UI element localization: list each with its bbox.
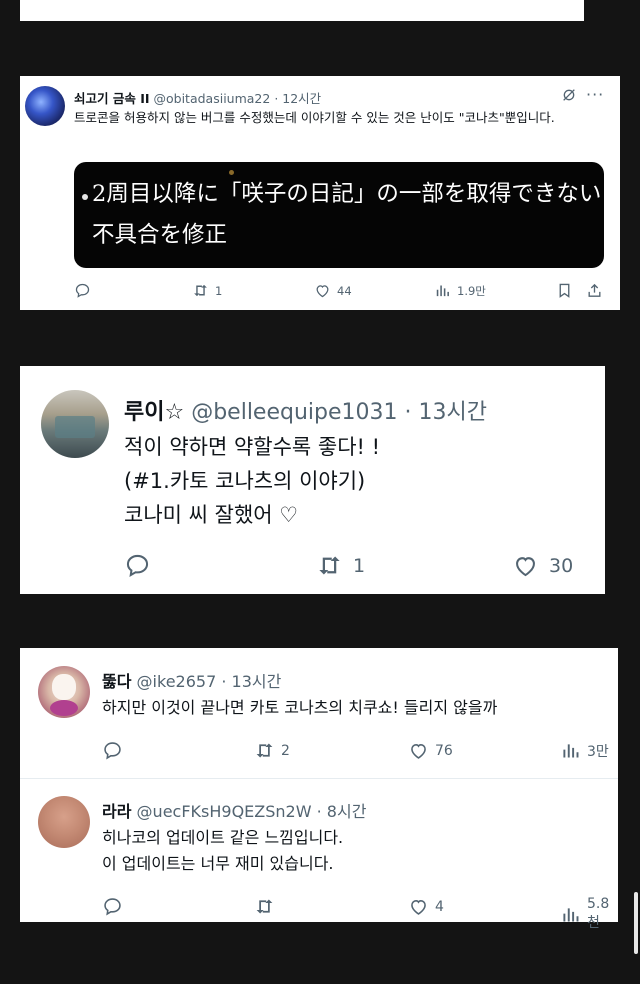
tweet-text: 히나코의 업데이트 같은 느낌입니다. 이 업데이트는 너무 재미 있습니다. — [102, 825, 612, 877]
like-count: 30 — [549, 554, 574, 577]
tweet-text-line: 코나미 씨 잘했어 ♡ — [124, 503, 299, 527]
like-count: 76 — [435, 742, 453, 759]
views-button[interactable]: 1.9만 — [434, 282, 486, 299]
timestamp[interactable]: · 12시간 — [274, 91, 321, 106]
repost-count: 1 — [215, 283, 223, 298]
share-button[interactable] — [586, 282, 603, 299]
like-icon — [314, 282, 331, 299]
tweet-text: 하지만 이것이 끝나면 카토 코나츠의 치쿠쇼! 들리지 않을까 — [102, 698, 498, 717]
views-count: 5.8천 — [587, 896, 610, 931]
like-icon — [512, 552, 539, 579]
tweet-actions: 1 44 1.9만 — [20, 282, 620, 302]
like-button[interactable]: 7 — [530, 0, 564, 1]
tweet-text-line: 적이 약하면 약할수록 좋다! ! — [124, 435, 381, 459]
like-button[interactable]: 30 — [512, 552, 573, 579]
tweet-media-image[interactable]: 2周目以降に「咲子の日記」の一部を取得できない不具合を修正 — [74, 162, 604, 268]
handle[interactable]: @belleequipe1031 — [191, 400, 397, 425]
like-count: 44 — [337, 283, 352, 298]
views-button[interactable]: 3만 — [560, 740, 609, 761]
tweet-header: 라라 @uecFKsH9QEZSn2W · 8시간 — [102, 798, 366, 822]
more-icon[interactable]: ··· — [586, 85, 604, 104]
reply-count: 1 — [162, 0, 172, 1]
tweet-text-line: 이 업데이트는 너무 재미 있습니다. — [102, 854, 334, 873]
like-button[interactable]: 4 — [408, 896, 444, 917]
like-icon — [408, 740, 429, 761]
reply-thread-card: 뚫다 @ike2657 · 13시간 하지만 이것이 끝나면 카토 코나츠의 치… — [20, 648, 618, 931]
like-icon — [530, 0, 548, 1]
like-count: 4 — [435, 898, 444, 915]
views-icon — [560, 740, 581, 761]
display-name[interactable]: 루이☆ — [124, 400, 184, 425]
reply-icon — [102, 896, 123, 917]
views-icon — [434, 282, 451, 299]
share-icon — [586, 282, 603, 299]
feed-screenshot: 1 7 쇠고기 금속 II @obitadasiiuma22 · 12시간 — [0, 0, 640, 984]
repost-button[interactable]: 1 — [316, 552, 365, 579]
timestamp[interactable]: · 13시간 — [405, 400, 487, 425]
reply-button[interactable]: 1 — [138, 0, 172, 1]
bookmark-icon — [556, 282, 573, 299]
repost-count: 2 — [281, 742, 290, 759]
like-count: 7 — [554, 0, 564, 1]
tweet-header: 쇠고기 금속 II @obitadasiiuma22 · 12시간 — [74, 88, 321, 107]
reply-icon — [124, 552, 151, 579]
tweet-text-line: (#1.카토 코나츠의 이야기) — [124, 469, 366, 493]
reply-button[interactable] — [102, 896, 129, 917]
repost-icon — [316, 552, 343, 579]
repost-icon — [254, 896, 275, 917]
tweet-card[interactable]: 루이☆ @belleequipe1031 · 13시간 적이 약하면 약할수록 … — [20, 366, 605, 594]
views-button[interactable]: 5.8천 — [560, 896, 618, 932]
tweet-actions: 4 5.8천 — [20, 896, 618, 931]
handle[interactable]: @uecFKsH9QEZSn2W — [137, 802, 312, 821]
media-caption: 2周目以降に「咲子の日記」の一部を取得できない不具合を修正 — [92, 181, 602, 248]
handle[interactable]: @obitadasiiuma22 — [154, 91, 271, 106]
display-name[interactable]: 라라 — [102, 802, 131, 821]
like-button[interactable]: 44 — [314, 282, 352, 299]
tweet-card-partial: 1 7 — [20, 0, 584, 21]
tweet-header: 루이☆ @belleequipe1031 · 13시간 — [124, 394, 487, 426]
display-name[interactable]: 뚫다 — [102, 672, 131, 691]
tweet-actions: 1 7 — [20, 0, 584, 10]
views-count: 1.9만 — [457, 283, 486, 298]
bookmark-button[interactable] — [556, 282, 573, 299]
repost-icon — [192, 282, 209, 299]
tweet-text: 적이 약하면 약할수록 좋다! ! (#1.카토 코나츠의 이야기) 코나미 씨… — [124, 430, 594, 532]
reply-button[interactable] — [74, 282, 97, 299]
divider — [20, 778, 618, 779]
avatar[interactable] — [38, 796, 90, 848]
avatar[interactable] — [41, 390, 109, 458]
reply-icon — [74, 282, 91, 299]
timestamp[interactable]: · 8시간 — [317, 802, 367, 821]
like-icon — [408, 896, 429, 917]
scrollbar[interactable] — [634, 892, 638, 954]
grok-icon[interactable] — [561, 87, 577, 103]
handle[interactable]: @ike2657 — [137, 672, 217, 691]
avatar[interactable] — [25, 86, 65, 126]
reply-icon — [102, 740, 123, 761]
tweet-text: 트로콘을 허용하지 않는 버그를 수정했는데 이야기할 수 있는 것은 난이도 … — [74, 110, 555, 125]
reply-icon — [138, 0, 156, 1]
like-button[interactable]: 76 — [408, 740, 453, 761]
tweet-actions: 2 76 3만 — [20, 740, 618, 762]
reply-button[interactable] — [102, 740, 129, 761]
repost-button[interactable] — [254, 896, 281, 917]
repost-button[interactable]: 2 — [254, 740, 290, 761]
bullet-dot — [82, 194, 88, 200]
tweet-card[interactable]: 쇠고기 금속 II @obitadasiiuma22 · 12시간 ··· 트로… — [20, 76, 620, 310]
repost-button[interactable]: 1 — [192, 282, 222, 299]
tweet-text-line: 히나코의 업데이트 같은 느낌입니다. — [102, 828, 344, 847]
reply-button[interactable] — [124, 552, 161, 579]
display-name[interactable]: 쇠고기 금속 II — [74, 91, 150, 106]
repost-icon — [254, 740, 275, 761]
tweet-actions: 1 30 — [20, 552, 605, 580]
tweet-header: 뚫다 @ike2657 · 13시간 — [102, 668, 281, 692]
views-count: 3만 — [587, 743, 609, 760]
timestamp[interactable]: · 13시간 — [221, 672, 281, 691]
repost-count: 1 — [353, 554, 366, 577]
avatar[interactable] — [38, 666, 90, 718]
views-icon — [560, 904, 581, 925]
